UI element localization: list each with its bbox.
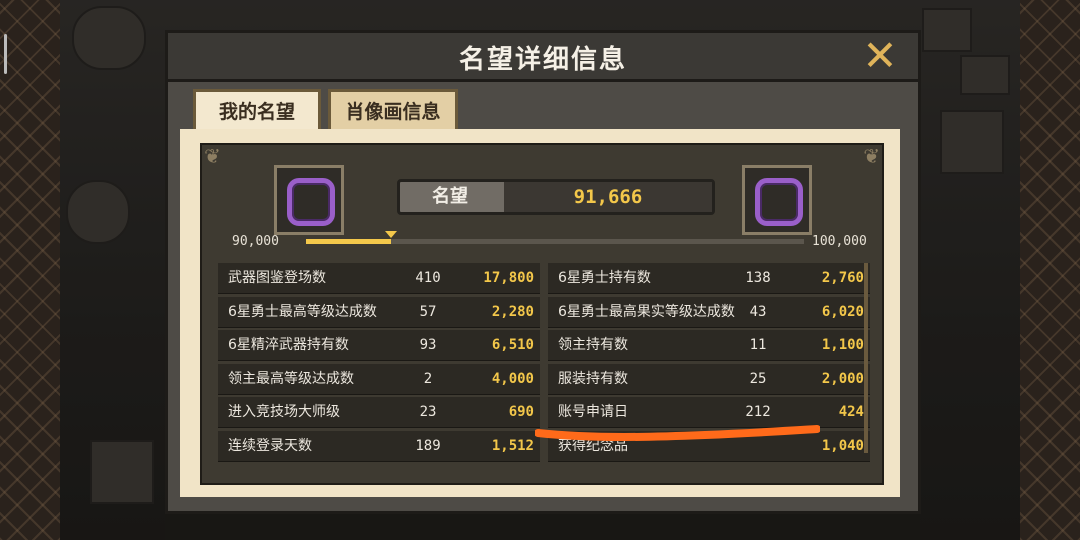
stat-count: 138 bbox=[745, 270, 771, 286]
stat-row: 6星勇士最高等级达成数 57 2,280 bbox=[218, 296, 540, 328]
right-decorative-border bbox=[1020, 0, 1080, 540]
stat-count: 2 bbox=[423, 370, 433, 387]
stat-row: 6星勇士最高果实等级达成数 43 6,020 bbox=[548, 296, 870, 328]
stat-row: 领主持有数 11 1,100 bbox=[548, 330, 870, 362]
stat-count: 25 bbox=[749, 370, 767, 387]
stat-row: 服装持有数 25 2,000 bbox=[548, 363, 870, 395]
stat-label: 6星精淬武器持有数 bbox=[228, 337, 349, 354]
stat-row: 进入竞技场大师级 23 690 bbox=[218, 397, 540, 429]
progress-max-label: 100,000 bbox=[812, 234, 867, 249]
stat-label: 6星勇士持有数 bbox=[558, 270, 651, 286]
left-decorative-border bbox=[0, 0, 60, 540]
stat-row: 连续登录天数 189 1,512 bbox=[218, 430, 540, 462]
orange-annotation-stroke bbox=[535, 425, 820, 441]
next-rank-icon bbox=[742, 165, 812, 235]
stat-row: 6星精淬武器持有数 93 6,510 bbox=[218, 330, 540, 362]
stat-count: 93 bbox=[419, 337, 437, 354]
dialog-header: 名望详细信息 ✕ bbox=[168, 33, 918, 82]
stat-points: 1,512 bbox=[491, 437, 534, 454]
stat-points: 2,000 bbox=[821, 370, 864, 387]
fame-progress-fill bbox=[306, 239, 391, 244]
stat-row: 6星勇士持有数 138 2,760 bbox=[548, 263, 870, 294]
stat-row: 武器图鉴登场数 410 17,800 bbox=[218, 263, 540, 294]
fame-value: 91,666 bbox=[504, 182, 712, 212]
stat-label: 领主持有数 bbox=[558, 337, 628, 354]
stat-count: 43 bbox=[749, 303, 767, 320]
stat-points: 1,040 bbox=[821, 437, 864, 454]
fame-progress-bar bbox=[306, 231, 804, 244]
fame-summary: 名望 91,666 bbox=[397, 179, 715, 215]
stats-scrollbar[interactable] bbox=[864, 263, 868, 453]
stat-count: 23 bbox=[419, 404, 437, 421]
corner-ornament-icon: ❦ bbox=[863, 144, 880, 168]
stats-left-column: 武器图鉴登场数 410 17,800 6星勇士最高等级达成数 57 2,280 6星精淬… bbox=[218, 263, 540, 465]
stat-label: 连续登录天数 bbox=[228, 437, 312, 454]
stat-points: 1,100 bbox=[821, 337, 864, 354]
scroll-indicator bbox=[4, 34, 7, 74]
stat-label: 6星勇士最高等级达成数 bbox=[228, 303, 377, 320]
dialog-title: 名望详细信息 bbox=[458, 45, 627, 75]
stat-count: 212 bbox=[745, 404, 771, 421]
stat-label: 进入竞技场大师级 bbox=[228, 404, 340, 421]
stat-points: 2,280 bbox=[491, 303, 534, 320]
stat-label: 6星勇士最高果实等级达成数 bbox=[558, 303, 735, 320]
stat-row: 领主最高等级达成数 2 4,000 bbox=[218, 363, 540, 395]
stat-points: 424 bbox=[838, 404, 864, 421]
progress-marker-icon bbox=[384, 231, 397, 238]
stat-label: 服装持有数 bbox=[558, 370, 628, 387]
stat-label: 领主最高等级达成数 bbox=[228, 370, 354, 387]
stat-count: 11 bbox=[749, 337, 767, 354]
stat-count: 57 bbox=[419, 303, 437, 320]
stat-points: 690 bbox=[508, 404, 534, 421]
current-rank-icon bbox=[274, 165, 344, 235]
stat-count: 410 bbox=[415, 270, 441, 286]
stat-points: 6,510 bbox=[491, 337, 534, 354]
stat-points: 2,760 bbox=[821, 270, 864, 286]
stat-label: 账号申请日 bbox=[558, 404, 628, 421]
stat-label: 武器图鉴登场数 bbox=[228, 270, 326, 286]
corner-ornament-icon: ❦ bbox=[204, 144, 221, 168]
stat-points: 6,020 bbox=[821, 303, 864, 320]
stat-points: 4,000 bbox=[491, 370, 534, 387]
progress-min-label: 90,000 bbox=[232, 234, 279, 249]
stat-points: 17,800 bbox=[483, 270, 534, 286]
close-icon[interactable]: ✕ bbox=[860, 35, 900, 77]
stat-count: 189 bbox=[415, 437, 441, 454]
fame-label: 名望 bbox=[432, 186, 468, 207]
stat-row: 账号申请日 212 424 bbox=[548, 397, 870, 429]
